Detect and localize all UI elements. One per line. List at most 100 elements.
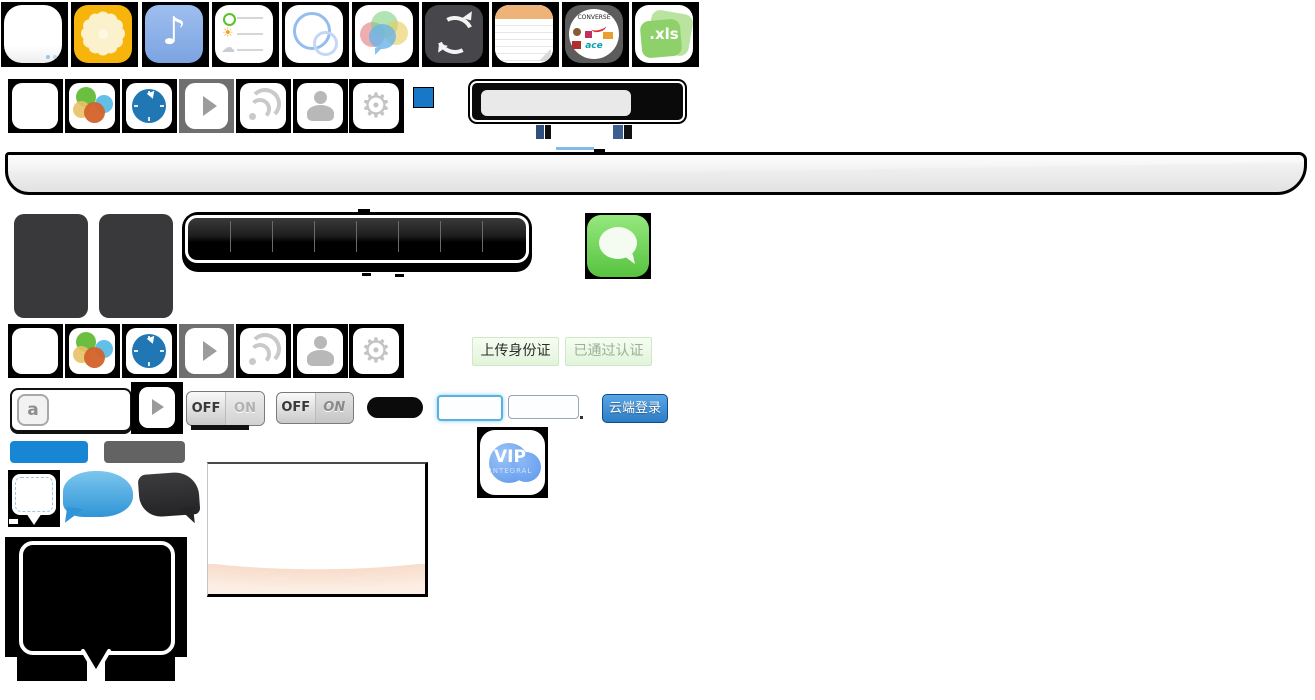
sun-icon: ☀ [222, 26, 234, 41]
divider [398, 221, 399, 252]
user-icon[interactable] [297, 83, 343, 129]
dark-search-bar[interactable] [468, 79, 687, 124]
toggle-switch-1[interactable]: OFF ON [186, 391, 265, 426]
rss-icon[interactable] [240, 83, 286, 129]
rss-icon[interactable] [240, 328, 286, 374]
resize-dot [580, 416, 583, 419]
bar-sheen [8, 155, 1304, 192]
toggle-off-label: OFF [277, 393, 315, 423]
photos-flower-icon[interactable] [74, 5, 132, 63]
white-speech-bubble [12, 474, 56, 515]
play-button-icon[interactable] [185, 328, 228, 374]
brand-chip [603, 32, 613, 39]
person-head [314, 91, 327, 104]
color-shapes-icon[interactable] [69, 83, 115, 129]
verified-badge: 已通过认证 [565, 337, 652, 366]
divider [230, 221, 231, 252]
xls-export-icon[interactable]: .xls [635, 5, 693, 63]
icon-tile [8, 79, 63, 133]
orange-circle-icon [84, 347, 105, 368]
divider [482, 221, 483, 252]
reminders-list-icon[interactable]: ☀ ☁ [215, 5, 273, 63]
segmented-toolbar-face [185, 215, 529, 263]
circle-icon [313, 31, 338, 56]
icon-tile: VIP INTEGRAL [477, 427, 548, 498]
icon-tile [131, 382, 183, 434]
blank-white-icon[interactable] [12, 83, 58, 129]
play-chip-button[interactable] [139, 387, 175, 428]
dot-icon [46, 55, 50, 59]
cloud-login-button[interactable]: 云端登录 [602, 394, 668, 423]
bubble-outline [21, 543, 173, 653]
brand-converse-label: CONVERSE [565, 14, 623, 21]
tick [148, 362, 150, 366]
dark-panel-sprite [99, 214, 173, 318]
brand-chip [573, 28, 581, 36]
green-ring-icon [223, 13, 236, 26]
clock-icon[interactable] [126, 83, 172, 129]
play-triangle-icon [203, 96, 217, 116]
toggle-on-label: ON [225, 392, 264, 425]
search-logo-icon: a [17, 394, 49, 426]
blue-underline [556, 147, 594, 150]
linked-circles-icon[interactable] [285, 5, 343, 63]
icon-tile [122, 79, 177, 133]
music-note-glyph: ♪ [145, 9, 203, 53]
list-line [237, 33, 263, 35]
page-curl-icon [539, 49, 551, 61]
toggle-shadow [191, 425, 249, 430]
vip-badge-icon[interactable]: VIP INTEGRAL [480, 430, 545, 495]
gear-icon[interactable]: ⚙ [353, 83, 399, 129]
color-shapes-icon[interactable] [69, 328, 115, 374]
play-button-icon[interactable] [185, 83, 228, 129]
upload-id-button[interactable]: 上传身份证 [472, 337, 559, 366]
messages-icon[interactable] [587, 215, 649, 277]
list-line [237, 49, 263, 51]
notes-icon[interactable] [495, 5, 553, 63]
person-head [314, 336, 327, 349]
blank-white-icon[interactable] [12, 328, 58, 374]
tick [148, 117, 150, 121]
chat-bubbles-icon[interactable] [355, 5, 413, 63]
user-icon[interactable] [297, 328, 343, 374]
chip [9, 519, 18, 524]
gray-button[interactable] [104, 441, 185, 463]
gear-icon[interactable]: ⚙ [353, 328, 399, 374]
black-pill-button[interactable] [367, 397, 423, 418]
tick [160, 105, 164, 107]
clock-icon[interactable] [126, 328, 172, 374]
sync-arrows-icon[interactable] [425, 5, 483, 63]
dark-swatch [624, 125, 632, 139]
navy-swatch [613, 125, 623, 139]
text-input-focused[interactable] [437, 395, 503, 421]
icon-tile [65, 324, 120, 378]
cloud-icon: ☁ [221, 40, 235, 56]
icon-tile [1, 2, 68, 67]
search-bar-frame [470, 81, 685, 122]
text-input[interactable] [508, 395, 579, 419]
icon-tile [236, 324, 291, 378]
blank-white-app-icon[interactable] [4, 5, 62, 63]
search-input[interactable] [481, 90, 631, 116]
card-panel [207, 462, 428, 597]
segmented-toolbar[interactable] [182, 212, 532, 272]
bubble-bg-block [17, 657, 87, 681]
vip-title: VIP [480, 447, 540, 467]
icon-tile [236, 79, 291, 133]
tick-mark [362, 273, 371, 276]
music-note-icon[interactable]: ♪ [145, 5, 203, 63]
divider [314, 221, 315, 252]
rss-arc [249, 88, 281, 120]
icon-tile [352, 2, 419, 67]
icon-tile [71, 2, 138, 67]
blue-bubble-icon [369, 24, 396, 49]
icon-tile: .xls [632, 2, 699, 67]
toggle-switch-2[interactable]: OFF ON [276, 392, 354, 424]
icon-tile [585, 213, 651, 279]
blue-button[interactable] [10, 441, 88, 463]
dot-icon [53, 55, 57, 59]
tick [134, 105, 138, 107]
brands-collage-icon[interactable]: CONVERSE ace [565, 5, 623, 63]
search-field[interactable]: a [10, 388, 132, 432]
brand-ace-label: ace [565, 41, 623, 51]
